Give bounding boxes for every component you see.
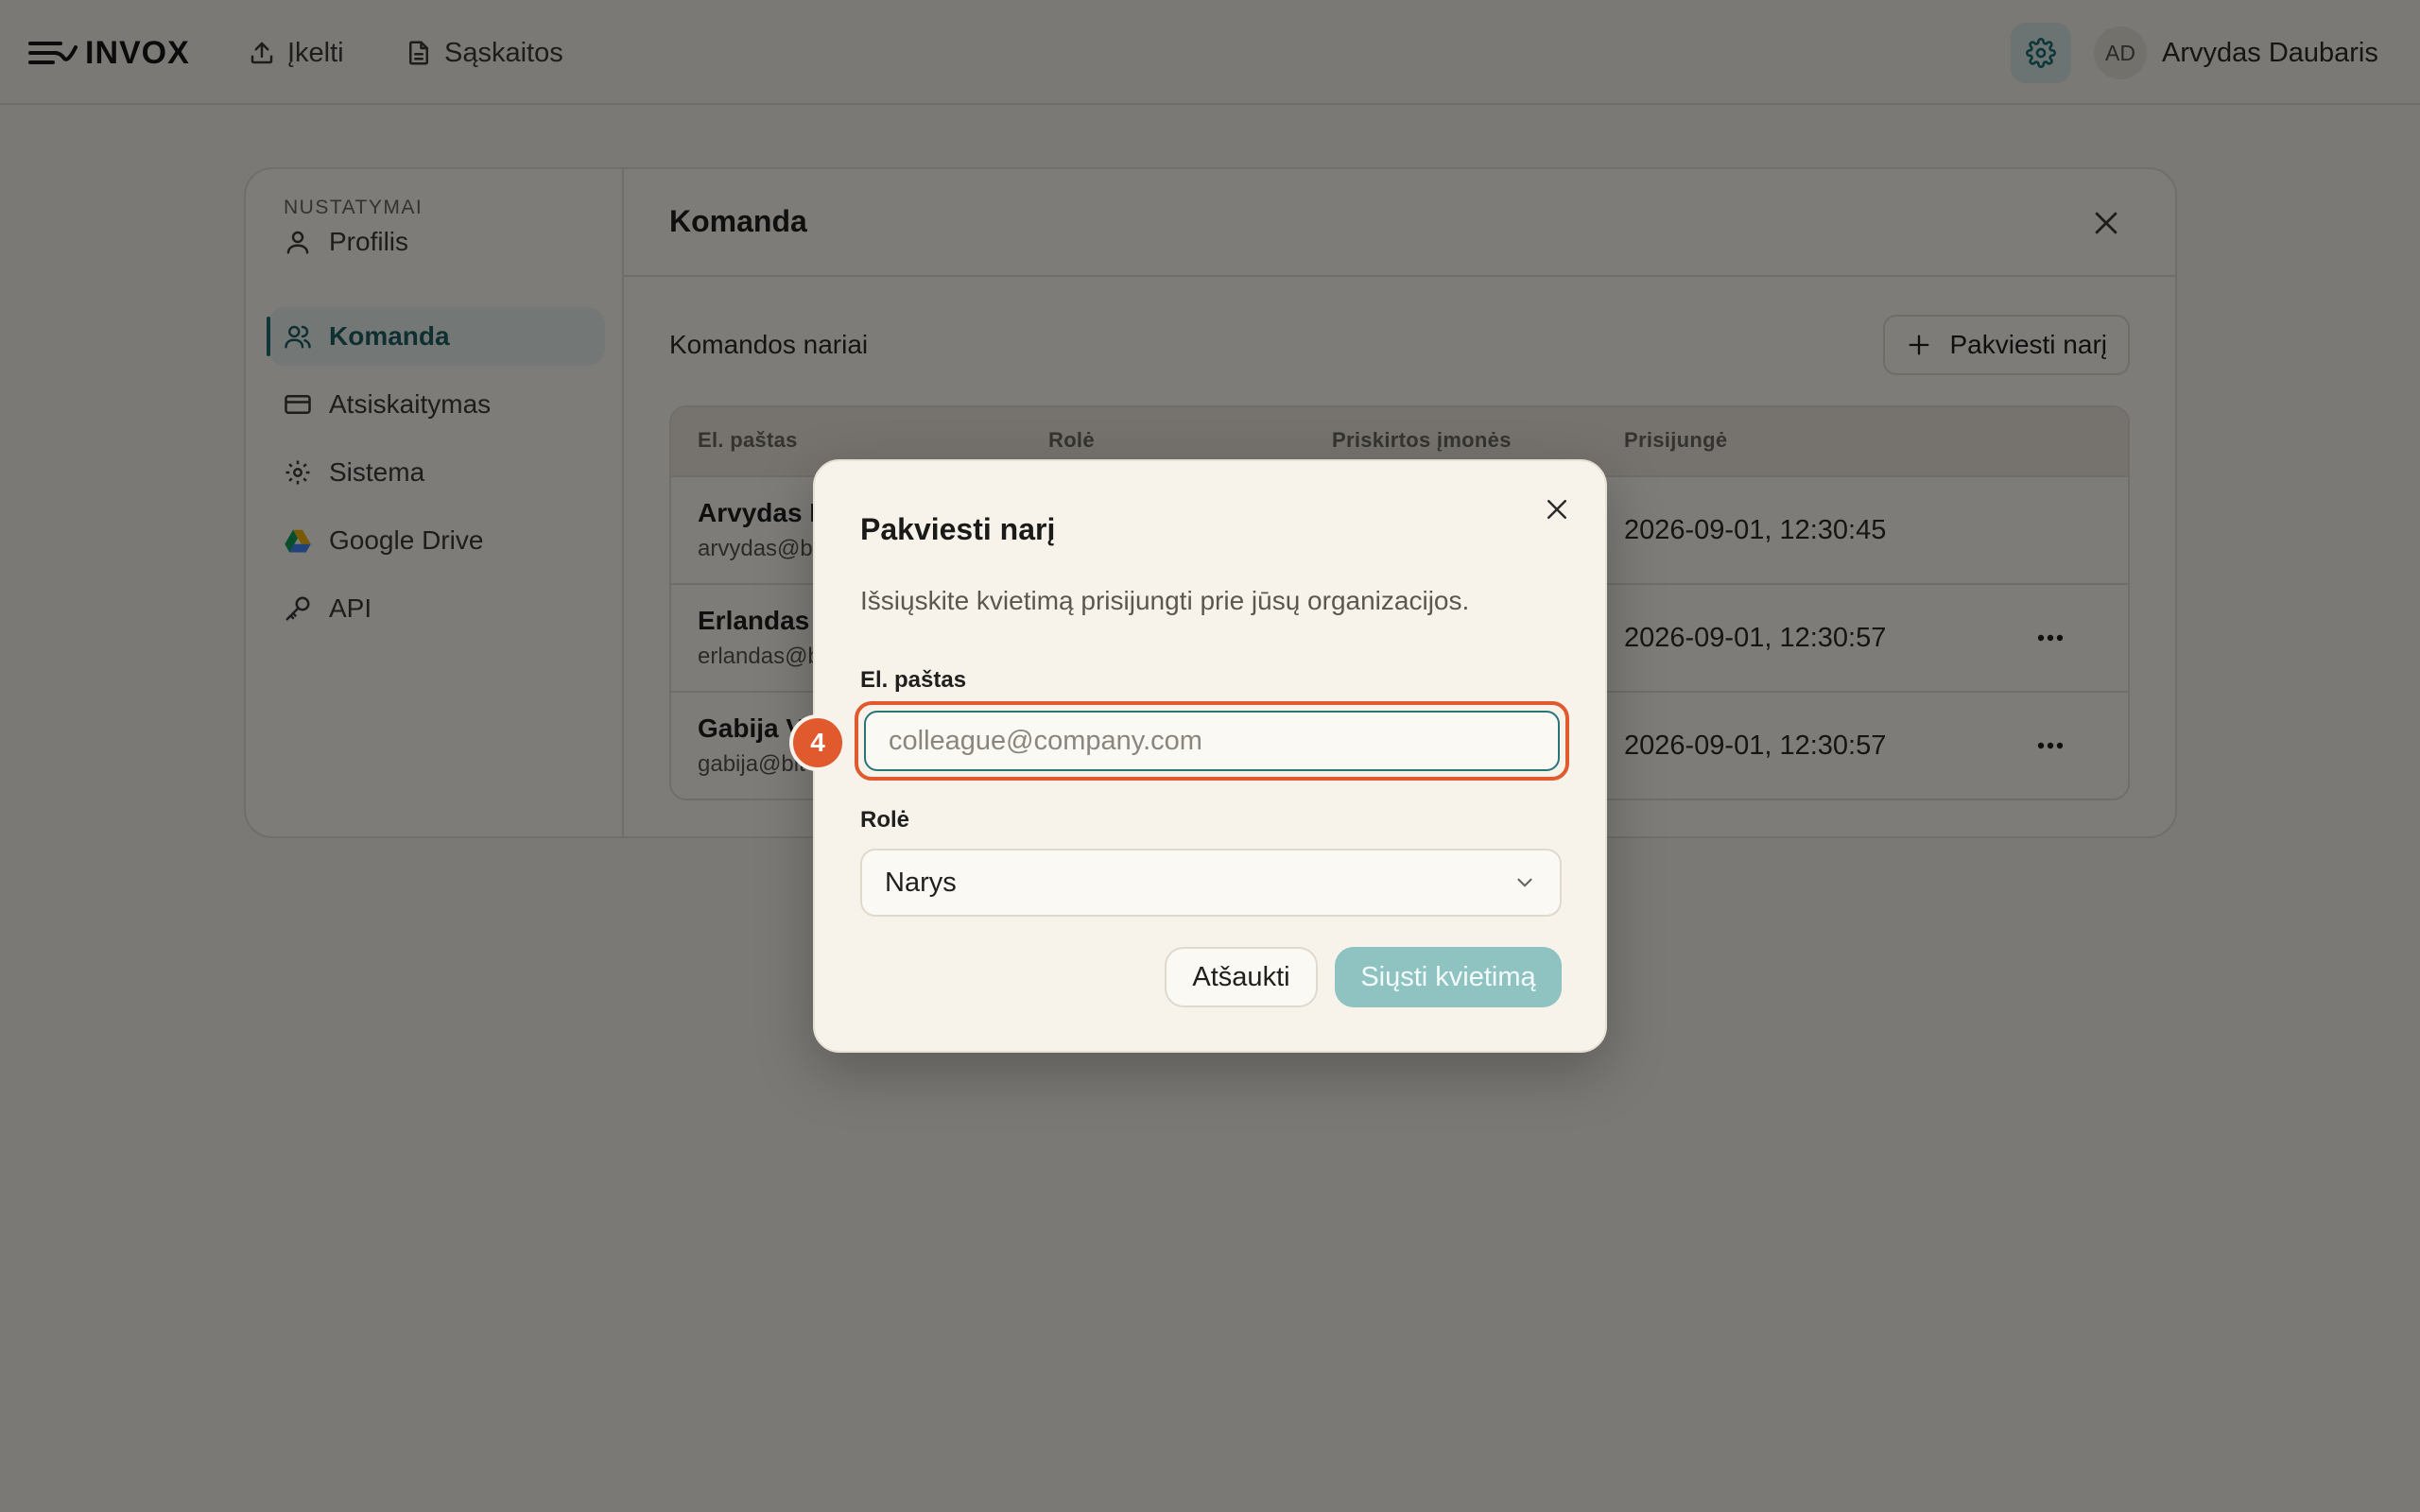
cancel-button[interactable]: Atšaukti xyxy=(1165,947,1318,1007)
email-label: El. paštas xyxy=(860,667,967,693)
chevron-down-icon xyxy=(1517,878,1532,887)
email-field[interactable] xyxy=(864,711,1560,771)
role-select[interactable]: Narys xyxy=(860,849,1562,917)
step-badge: 4 xyxy=(789,714,846,771)
highlight-frame xyxy=(855,701,1569,781)
close-icon[interactable] xyxy=(1543,495,1571,524)
role-label: Rolė xyxy=(860,807,910,833)
dialog-description: Išsiųskite kvietimą prisijungti prie jūs… xyxy=(860,586,1470,615)
role-value: Narys xyxy=(885,867,957,898)
dialog-title: Pakviesti narį xyxy=(860,512,1056,546)
invite-dialog: Pakviesti narį Išsiųskite kvietimą prisi… xyxy=(813,459,1607,1053)
send-invite-button[interactable]: Siųsti kvietimą xyxy=(1335,947,1562,1007)
